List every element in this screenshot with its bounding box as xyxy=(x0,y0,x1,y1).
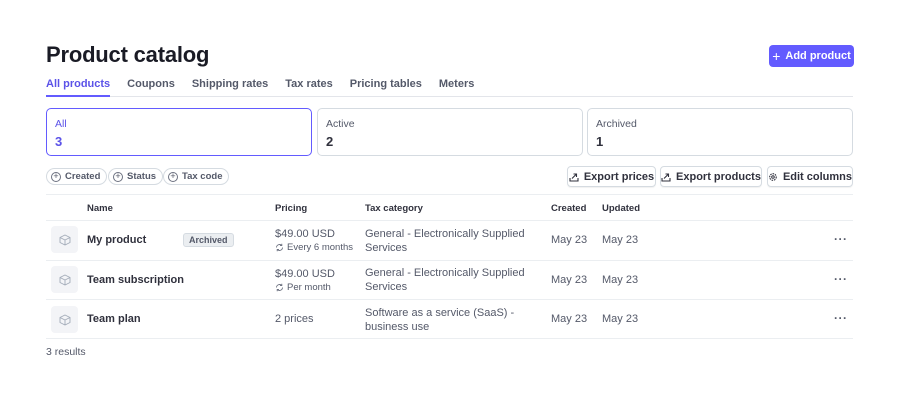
column-header-created[interactable]: Created xyxy=(551,203,586,214)
recurring-icon xyxy=(276,283,283,292)
created-date: May 23 xyxy=(551,313,588,325)
plus-icon: + xyxy=(772,47,781,64)
tax-category-line: Services xyxy=(365,281,408,293)
filter-status[interactable]: + Status xyxy=(108,168,164,185)
created-date: May 23 xyxy=(551,274,588,286)
summary-card-count: 2 xyxy=(326,134,334,149)
divider xyxy=(46,338,853,339)
export-products-button[interactable]: Export products xyxy=(660,166,762,187)
summary-card-label: Archived xyxy=(596,118,637,130)
filter-created[interactable]: + Created xyxy=(46,168,108,185)
table-row[interactable]: My product Archived $49.00 USD Every 6 m… xyxy=(46,221,853,260)
tab-pricing-tables[interactable]: Pricing tables xyxy=(350,76,422,97)
tax-category-cell: General - Electronically Supplied Servic… xyxy=(365,266,525,294)
pricing-cell: $49.00 USD Per month xyxy=(275,268,335,293)
gear-icon xyxy=(769,172,777,181)
box-icon xyxy=(59,313,70,326)
tab-tax-rates[interactable]: Tax rates xyxy=(285,76,333,97)
tab-all-products[interactable]: All products xyxy=(46,76,111,97)
pricing-cell: $49.00 USD Every 6 months xyxy=(275,228,353,253)
product-name[interactable]: My product xyxy=(87,234,146,246)
product-image-placeholder xyxy=(51,306,78,333)
tax-category-line: Software as a service (SaaS) - xyxy=(365,307,515,319)
billing-interval: Per month xyxy=(287,282,331,293)
divider xyxy=(46,194,853,195)
box-icon xyxy=(59,273,70,286)
column-header-updated[interactable]: Updated xyxy=(602,203,640,214)
price-amount: 2 prices xyxy=(275,313,314,325)
status-badge: Archived xyxy=(183,233,234,247)
summary-card-all[interactable]: All 3 xyxy=(46,108,312,156)
summary-card-count: 1 xyxy=(596,134,604,149)
edit-columns-label: Edit columns xyxy=(782,170,852,183)
summary-card-active[interactable]: Active 2 xyxy=(317,108,583,156)
product-name[interactable]: Team subscription xyxy=(87,274,184,286)
export-prices-label: Export prices xyxy=(583,170,655,183)
tax-category-cell: Software as a service (SaaS) - business … xyxy=(365,306,525,334)
export-products-label: Export products xyxy=(676,170,761,183)
product-image-placeholder xyxy=(51,226,78,253)
recurring-icon xyxy=(276,243,283,252)
table-row[interactable]: Team subscription $49.00 USD Per month G… xyxy=(46,261,853,300)
export-icon xyxy=(661,172,671,182)
tax-category-line: General - Electronically Supplied xyxy=(365,267,525,279)
summary-card-count: 3 xyxy=(55,134,63,149)
summary-card-label: All xyxy=(55,118,67,130)
edit-columns-button[interactable]: Edit columns xyxy=(767,166,853,187)
updated-date: May 23 xyxy=(602,313,639,325)
column-header-name[interactable]: Name xyxy=(87,203,113,214)
column-header-tax-category[interactable]: Tax category xyxy=(365,203,423,214)
product-name[interactable]: Team plan xyxy=(87,313,141,325)
updated-date: May 23 xyxy=(602,234,639,246)
page-title: Product catalog xyxy=(46,42,210,67)
row-menu-button[interactable]: ··· xyxy=(834,311,848,325)
add-product-label: Add product xyxy=(785,50,851,62)
plus-circle-icon: + xyxy=(51,171,61,182)
updated-date: May 23 xyxy=(602,274,639,286)
box-icon xyxy=(59,233,70,246)
tab-meters[interactable]: Meters xyxy=(439,76,474,97)
row-menu-button[interactable]: ··· xyxy=(834,272,848,286)
summary-card-archived[interactable]: Archived 1 xyxy=(587,108,853,156)
summary-card-label: Active xyxy=(326,118,355,130)
table-row[interactable]: Team plan 2 prices Software as a service… xyxy=(46,300,853,339)
column-header-pricing[interactable]: Pricing xyxy=(275,203,307,214)
export-icon xyxy=(569,172,579,182)
filter-label: Status xyxy=(127,171,157,182)
filter-tax-code[interactable]: + Tax code xyxy=(163,168,230,185)
plus-circle-icon: + xyxy=(168,171,178,182)
tab-shipping-rates[interactable]: Shipping rates xyxy=(192,76,268,97)
billing-interval: Every 6 months xyxy=(287,242,353,253)
tax-category-cell: General - Electronically Supplied Servic… xyxy=(365,227,525,255)
price-amount: $49.00 USD xyxy=(275,228,335,240)
product-image-placeholder xyxy=(51,266,78,293)
tax-category-line: Services xyxy=(365,242,408,254)
add-product-button[interactable]: + Add product xyxy=(769,45,854,67)
price-amount: $49.00 USD xyxy=(275,268,335,280)
filter-label: Created xyxy=(65,171,101,182)
results-count: 3 results xyxy=(46,346,86,358)
row-menu-button[interactable]: ··· xyxy=(834,232,848,246)
plus-circle-icon: + xyxy=(113,171,123,182)
export-prices-button[interactable]: Export prices xyxy=(567,166,656,187)
filter-label: Tax code xyxy=(182,171,223,182)
tab-coupons[interactable]: Coupons xyxy=(127,76,175,97)
tab-bar: All products Coupons Shipping rates Tax … xyxy=(46,76,853,97)
created-date: May 23 xyxy=(551,234,588,246)
tax-category-line: business use xyxy=(365,321,430,333)
tax-category-line: General - Electronically Supplied xyxy=(365,228,525,240)
